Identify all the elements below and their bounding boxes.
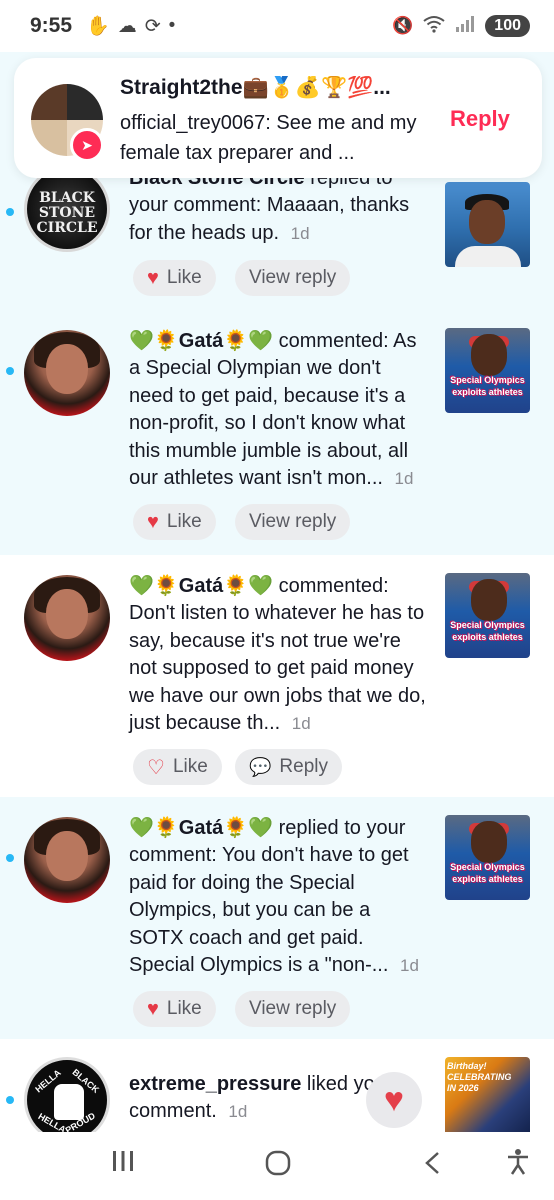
like-label: Like — [166, 511, 202, 532]
video-thumbnail[interactable]: Special Olympics exploits athletes — [445, 815, 530, 900]
activity-item[interactable]: 💚🌻Gatá🌻💚 replied to your comment: You do… — [0, 797, 554, 1039]
notification-body: official_trey0067: See me and my female … — [120, 112, 417, 164]
username[interactable]: 💚🌻Gatá🌻💚 — [129, 330, 273, 352]
activity-feed[interactable]: BLACK STONE CIRCLE Black Stone Circle repl… — [0, 52, 554, 1132]
like-label: Like — [172, 756, 208, 777]
activity-time: 1d — [290, 223, 310, 243]
activity-time: 1d — [228, 1102, 248, 1122]
wifi-icon — [423, 15, 445, 38]
unread-dot — [6, 208, 14, 216]
view-reply-button[interactable]: View reply — [235, 504, 351, 540]
like-label: Like — [166, 998, 202, 1019]
status-bar: 9:55 ✋ ☁ ⟳ • 🔇 100 — [0, 0, 554, 52]
wave-icon: ✋ — [86, 16, 110, 37]
home-icon[interactable] — [265, 1150, 291, 1183]
avatar-gata[interactable] — [24, 817, 110, 903]
notification-reply-button[interactable]: Reply — [450, 106, 510, 132]
comment-bubble-icon: 💬 — [249, 756, 272, 777]
activity-text[interactable]: 💚🌻Gatá🌻💚 commented: Don't listen to what… — [129, 573, 429, 737]
liked-heart-icon[interactable]: ♥ — [366, 1072, 422, 1128]
thumbnail-caption: Special Olympics exploits athletes — [450, 375, 525, 397]
view-reply-button[interactable]: View reply — [235, 260, 351, 296]
view-reply-button[interactable]: View reply — [235, 991, 351, 1027]
avatar-black-stone-circle[interactable]: BLACK STONE CIRCLE — [24, 166, 110, 252]
view-reply-label: View reply — [249, 998, 337, 1019]
like-button[interactable]: ♥ Like — [133, 504, 216, 540]
like-label: Like — [166, 267, 202, 288]
unread-dot — [6, 1096, 14, 1104]
unread-dot — [6, 854, 14, 862]
heart-icon: ♥ — [147, 997, 159, 1020]
video-thumbnail[interactable] — [445, 182, 530, 267]
activity-action: replied to your comment: You don't have … — [129, 817, 409, 977]
view-reply-label: View reply — [249, 511, 337, 532]
status-time: 9:55 — [30, 14, 73, 37]
notification-banner[interactable]: ➤ Straight2the💼🥇💰🏆💯... official_trey0067… — [14, 58, 542, 178]
unread-dot — [6, 367, 14, 375]
video-thumbnail[interactable]: Special Olympics exploits athletes — [445, 328, 530, 413]
mute-icon: 🔇 — [392, 16, 414, 35]
thumbnail-caption: Special Olympics exploits athletes — [450, 620, 525, 642]
avatar-extreme-pressure[interactable]: HELLA BLACK HELLA PROUD — [24, 1057, 110, 1132]
dot-icon: • — [168, 15, 176, 36]
username[interactable]: 💚🌻Gatá🌻💚 — [129, 575, 273, 597]
activity-item[interactable]: HELLA BLACK HELLA PROUD extreme_pressure… — [0, 1039, 554, 1132]
activity-text[interactable]: 💚🌻Gatá🌻💚 commented: As a Special Olympia… — [129, 328, 429, 492]
battery-indicator: 100 — [485, 15, 530, 37]
accessibility-icon[interactable] — [506, 1148, 530, 1183]
like-button[interactable]: ♡ Like — [133, 749, 222, 785]
back-icon[interactable] — [422, 1150, 444, 1183]
activity-action: commented: Don't listen to whatever he h… — [129, 575, 426, 735]
avatar-gata[interactable] — [24, 575, 110, 661]
activity-time: 1d — [291, 714, 311, 734]
avatar-gata[interactable] — [24, 330, 110, 416]
video-thumbnail[interactable]: Special Olympics exploits athletes — [445, 573, 530, 658]
thumbnail-caption: Birthday! CELEBRATING IN 2026 — [447, 1061, 512, 1093]
heart-icon: ♥ — [147, 510, 159, 533]
username[interactable]: 💚🌻Gatá🌻💚 — [129, 817, 273, 839]
video-thumbnail[interactable]: Birthday! CELEBRATING IN 2026 — [445, 1057, 530, 1132]
like-button[interactable]: ♥ Like — [133, 991, 216, 1027]
signal-icon — [455, 15, 475, 38]
activity-item[interactable]: 💚🌻Gatá🌻💚 commented: Don't listen to what… — [0, 555, 554, 797]
activity-time: 1d — [399, 956, 419, 976]
reply-button[interactable]: 💬 Reply — [235, 749, 342, 785]
recents-icon[interactable] — [110, 1148, 136, 1181]
heart-outline-icon: ♡ — [147, 756, 165, 779]
username[interactable]: extreme_pressure — [129, 1073, 301, 1095]
send-icon: ➤ — [70, 128, 104, 162]
like-button[interactable]: ♥ Like — [133, 260, 216, 296]
sync-icon: ⟳ — [144, 15, 161, 37]
view-reply-label: View reply — [249, 267, 337, 288]
cloud-icon: ☁ — [117, 15, 137, 37]
activity-action: commented: As a Special Olympian we don'… — [129, 330, 417, 490]
thumbnail-caption: Special Olympics exploits athletes — [450, 862, 525, 884]
heart-icon: ♥ — [147, 266, 159, 289]
navigation-bar — [0, 1132, 554, 1200]
activity-time: 1d — [394, 469, 414, 489]
activity-item[interactable]: 💚🌻Gatá🌻💚 commented: As a Special Olympia… — [0, 310, 554, 555]
notification-title: Straight2the💼🥇💰🏆💯... — [120, 76, 391, 99]
reply-label: Reply — [279, 756, 328, 777]
activity-text[interactable]: 💚🌻Gatá🌻💚 replied to your comment: You do… — [129, 815, 429, 979]
